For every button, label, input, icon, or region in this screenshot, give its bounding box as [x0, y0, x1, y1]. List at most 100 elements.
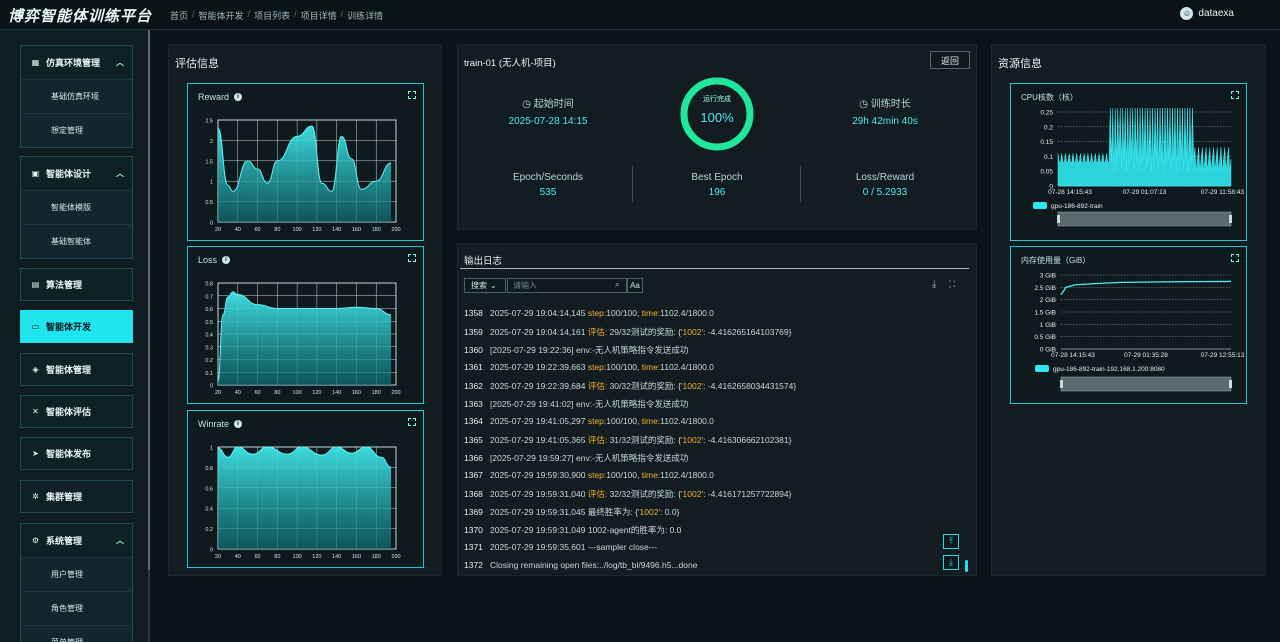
- cluster-icon: ✲: [32, 492, 39, 501]
- sidebar-item-basic-agent[interactable]: 基础智能体: [21, 224, 132, 258]
- range-handle-left: [1057, 215, 1060, 223]
- sidebar-item-cluster[interactable]: ✲ 集群管理: [20, 480, 133, 513]
- search-type-select[interactable]: 搜索 ⌄: [464, 278, 506, 293]
- log-line-number: 1363: [464, 399, 483, 409]
- log-line-part: '1002': [680, 327, 704, 337]
- sidebar-item-agent-manage[interactable]: ◈ 智能体管理: [20, 353, 133, 386]
- download-icon[interactable]: ⤓: [932, 279, 936, 290]
- log-line-part: 32/32测试的奖励: {: [609, 489, 681, 499]
- sidebar-item-agent-eval[interactable]: ✕ 智能体评估: [20, 395, 133, 428]
- progress-label: 运行完成: [703, 96, 731, 103]
- x-tick-label: 60: [254, 554, 260, 560]
- y-tick-label: 0.5: [205, 200, 213, 206]
- y-tick-label: 2.5 GiB: [1034, 285, 1056, 292]
- x-tick-label: 07-29 11:58:43: [1201, 189, 1245, 196]
- log-line-part: step:: [587, 416, 607, 426]
- sidebar-item-menu[interactable]: 菜单管理: [21, 625, 132, 642]
- sidebar-item-agent-dev[interactable]: ▭ 智能体开发: [20, 310, 133, 343]
- algorithm-icon: ▤: [31, 280, 40, 289]
- scroll-bottom-button[interactable]: ⤓: [943, 555, 959, 570]
- sidebar-item-user[interactable]: 用户管理: [21, 557, 132, 591]
- log-line-text: 2025-07-29 19:59:30,900: [490, 470, 588, 480]
- resource-title: 资源信息: [998, 58, 1042, 70]
- match-case-button[interactable]: Aa: [627, 278, 643, 293]
- chevron-up-icon: ︿: [116, 58, 124, 67]
- log-line-number: 1360: [464, 345, 483, 355]
- epoch-label: Epoch/Seconds: [512, 172, 584, 183]
- back-button[interactable]: 返回: [930, 51, 970, 69]
- app-title: 博弈智能体训练平台: [8, 8, 153, 25]
- sidebar-group-system: ⚙系统管理︿ 用户管理 角色管理 菜单管理: [20, 523, 133, 642]
- mem-chart: 内存使用量（GiB） 0 GiB 0.5 GiB 1 GiB 1.5 GiB 2 GiB…: [1010, 246, 1247, 404]
- y-tick-label: 2: [210, 139, 213, 145]
- log-line: 1367 2025-07-29 19:59:30,900 step:100/100…: [464, 470, 714, 480]
- sidebar-group-header[interactable]: ▣ 智能体设计 ︿: [21, 157, 132, 190]
- sidebar-group-sim-env: ▦ 仿真环境管理 ︿ 基础仿真环境 想定管理: [20, 45, 133, 148]
- legend-swatch: [1035, 365, 1049, 372]
- breadcrumb-item-agent-dev[interactable]: 智能体开发: [199, 9, 244, 22]
- chevron-up-icon: ︿: [116, 536, 124, 545]
- x-tick-label: 180: [372, 227, 381, 233]
- log-line-number: 1365: [464, 435, 483, 445]
- sidebar-item-agent-template[interactable]: 智能体模版: [21, 190, 132, 224]
- x-tick-label: 100: [293, 227, 302, 233]
- box-icon: ◈: [32, 365, 39, 374]
- breadcrumb-item-home[interactable]: 首页: [170, 9, 188, 22]
- sidebar-item-scenario[interactable]: 想定管理: [21, 113, 132, 147]
- y-tick-label: 1.5: [205, 159, 213, 165]
- x-tick-label: 120: [312, 227, 321, 233]
- log-search-input[interactable]: 请输入: [507, 278, 627, 293]
- log-line-part: '1002': [680, 435, 704, 445]
- y-tick-label: 0.15: [1040, 139, 1053, 146]
- sidebar-item-role[interactable]: 角色管理: [21, 591, 132, 625]
- x-tick-label: 180: [372, 554, 381, 560]
- log-line-part: 100/100,: [606, 470, 642, 480]
- sidebar-item-basic-sim-env[interactable]: 基础仿真环境: [21, 79, 132, 113]
- log-line-part: : -4.416306662102381}: [703, 435, 792, 445]
- legend-label: gpu-186-892-train-192.168.1.200:8080: [1053, 366, 1165, 373]
- log-line-part: 评估:: [587, 435, 610, 445]
- log-line-part: 1102.4/1800.0: [660, 470, 714, 480]
- y-tick-label: 2.5: [205, 119, 213, 125]
- sidebar-group-header[interactable]: ▦ 仿真环境管理 ︿: [21, 46, 132, 79]
- avatar-icon: ☺: [1180, 7, 1194, 20]
- mem-series: [1060, 280, 1232, 296]
- log-line-part: step:: [587, 362, 607, 372]
- breadcrumb-item-project-list[interactable]: 项目列表: [254, 9, 290, 22]
- sidebar-scrollbar[interactable]: [148, 30, 150, 570]
- log-line-part: '1002': [680, 489, 704, 499]
- log-line-part: 评估:: [587, 381, 610, 391]
- log-line-part: 最终胜率为: {: [587, 507, 638, 517]
- log-scrollbar[interactable]: [965, 560, 968, 572]
- y-tick-label: 0.25: [1040, 110, 1053, 117]
- sidebar-item-agent-publish[interactable]: ➤ 智能体发布: [20, 437, 133, 470]
- sidebar-item-algorithm[interactable]: ▤ 算法管理: [20, 268, 133, 301]
- log-line: 1359 2025-07-29 19:04:14,161 评估: 29/32测试的…: [464, 326, 791, 338]
- range-handle-left: [1060, 380, 1063, 388]
- breadcrumb-item-project-detail[interactable]: 项目详情: [301, 9, 337, 22]
- clock-icon: ◷: [859, 99, 868, 110]
- y-tick-label: 0.1: [1044, 154, 1053, 161]
- log-line: 1360 [2025-07-29 19:22:36] env:-无人机策略指令发送…: [464, 344, 688, 356]
- sidebar-group-header[interactable]: ⚙ 系统管理 ︿: [21, 524, 132, 557]
- range-handle-right: [1229, 380, 1232, 388]
- log-line-part: 29/32测试的奖励: {: [609, 327, 681, 337]
- scroll-top-button[interactable]: ⤒: [943, 534, 959, 549]
- log-line-number: 1369: [464, 507, 483, 517]
- x-tick-label: 07-29 01:07:13: [1123, 189, 1167, 196]
- log-line-number: 1370: [464, 525, 483, 535]
- chevron-down-icon: ⌄: [490, 281, 497, 290]
- top-bar: 博弈智能体训练平台 首页 / 智能体开发 / 项目列表 / 项目详情 / 训练详情 ☺ …: [0, 0, 1280, 30]
- log-line: 1361 2025-07-29 19:22:39,663 step:100/100…: [464, 362, 714, 372]
- user-menu[interactable]: ☺ dataexa: [1180, 7, 1234, 20]
- winrate-chart-svg: 00.20.40.60.8120 40 60 80 100 120 140 160 180 200: [205, 446, 400, 561]
- x-tick-label: 80: [274, 554, 280, 560]
- search-icon[interactable]: ⌕: [615, 279, 620, 290]
- log-line-text: [2025-07-29 19:22:36]: [490, 345, 577, 355]
- send-icon: ➤: [32, 449, 39, 458]
- log-line-part: 100/100,: [606, 416, 642, 426]
- log-line: 1364 2025-07-29 19:41:05,297 step:100/100…: [464, 416, 714, 426]
- log-line-number: 1358: [464, 308, 483, 318]
- log-line-part: ---sampler close---: [587, 542, 658, 552]
- fullscreen-icon[interactable]: ⛶: [949, 279, 955, 290]
